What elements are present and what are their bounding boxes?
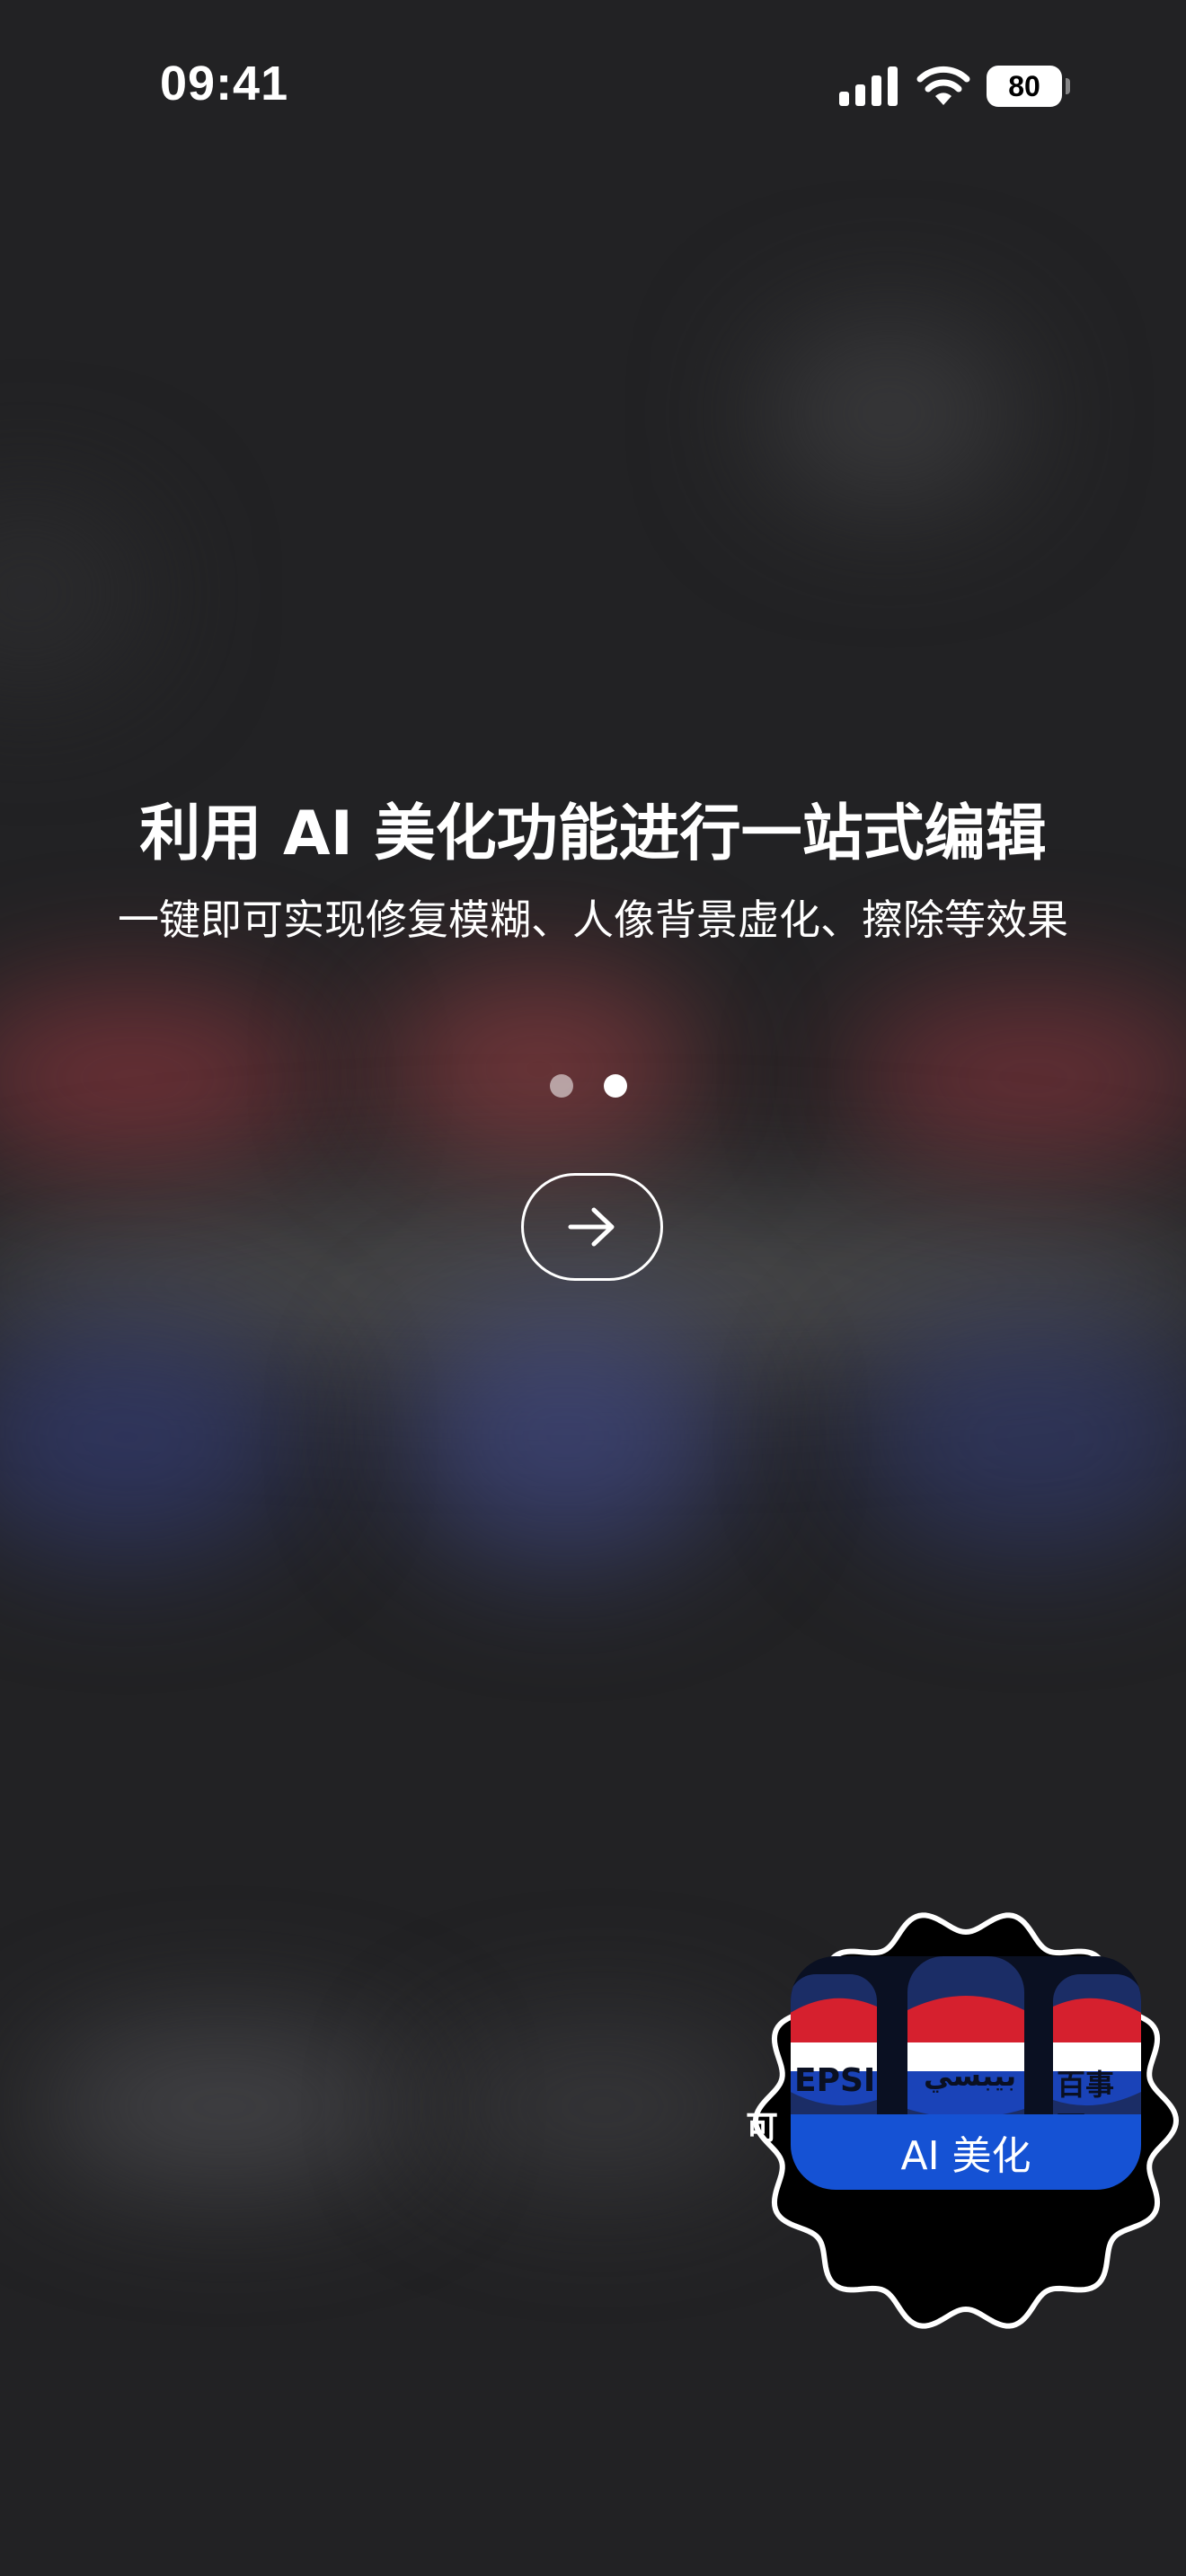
battery-icon: 80 xyxy=(987,66,1070,107)
arrow-right-icon xyxy=(568,1207,615,1247)
page-indicator xyxy=(550,1074,627,1098)
cellular-signal-icon xyxy=(839,66,898,106)
badge-thumbnail: EPSI بيبسي 百事可 AI 美化 xyxy=(791,1956,1141,2190)
wifi-icon xyxy=(916,66,970,105)
status-time: 09:41 xyxy=(160,57,289,110)
next-button[interactable] xyxy=(521,1173,663,1281)
can-text-left: EPSI xyxy=(794,2062,876,2099)
badge-side-text: 可 xyxy=(746,2110,779,2147)
battery-level: 80 xyxy=(1008,69,1040,102)
page-dot-1[interactable] xyxy=(550,1074,573,1098)
onboarding-title: 利用 AI 美化功能进行一站式编辑 xyxy=(139,798,1047,869)
status-bar: 09:41 80 xyxy=(0,0,1186,162)
badge-label: AI 美化 xyxy=(900,2133,1031,2179)
status-indicators: 80 xyxy=(839,61,1070,111)
onboarding-screen: 09:41 80 利用 AI 美化功能进行一站式编辑 一键即可实现修复模糊、人像… xyxy=(0,0,1186,2576)
onboarding-subtitle: 一键即可实现修复模糊、人像背景虚化、擦除等效果 xyxy=(118,895,1068,944)
can-text-middle: بيبسي xyxy=(924,2059,1017,2093)
ai-beautify-badge[interactable]: EPSI بيبسي 百事可 AI 美化 可 xyxy=(746,1901,1186,2341)
page-dot-2[interactable] xyxy=(604,1074,627,1098)
badge-label-bar: AI 美化 xyxy=(791,2114,1141,2190)
